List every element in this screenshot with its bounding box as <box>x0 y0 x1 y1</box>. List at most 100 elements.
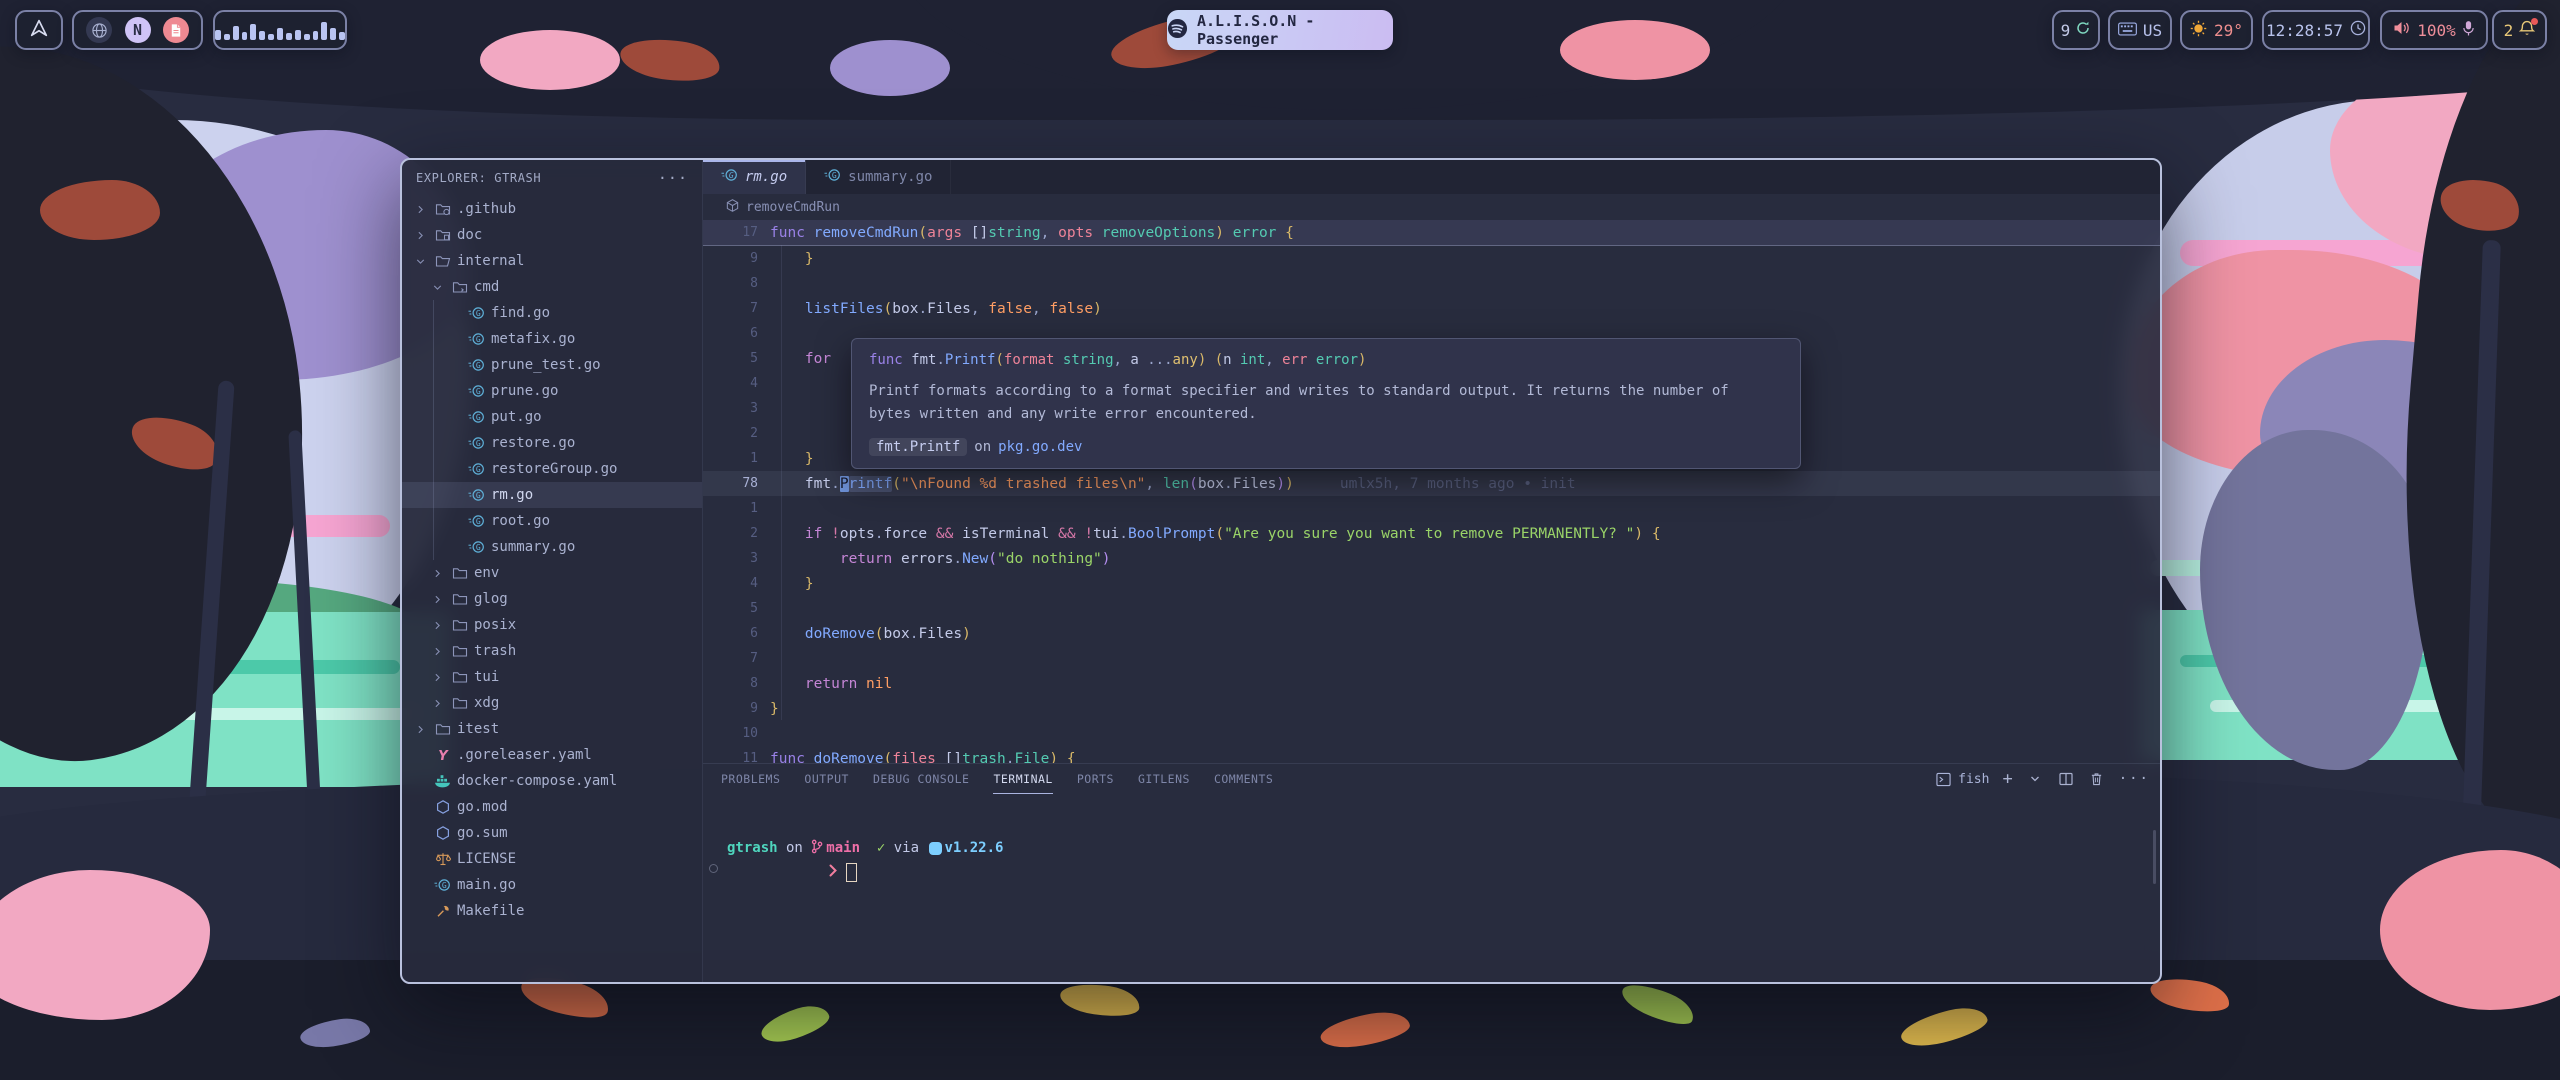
code-line-11[interactable]: 11func doRemove(files []trash.File) { <box>703 746 2160 763</box>
new-terminal-button[interactable]: + <box>2002 769 2012 789</box>
chevron-right-icon[interactable] <box>429 565 445 581</box>
tree-item-label: trash <box>474 643 516 659</box>
code-line-1[interactable]: 1 <box>703 496 2160 521</box>
tree-item-go-mod[interactable]: go.mod <box>402 794 702 820</box>
keyboard-layout-indicator[interactable]: US <box>2108 10 2172 50</box>
breadcrumb[interactable]: removeCmdRun <box>703 194 2160 220</box>
tree-item-cmd[interactable]: cmd <box>402 274 702 300</box>
code-line-9[interactable]: 9 } <box>703 246 2160 271</box>
terminal-scrollbar[interactable] <box>2153 830 2156 884</box>
panel-tab-debug-console[interactable]: DEBUG CONSOLE <box>873 764 970 794</box>
terminal-content[interactable]: gtrash on main ✓ via v1.22.6 <box>703 794 2160 884</box>
tab-rm-go[interactable]: Grm.go <box>703 160 806 194</box>
chevron-right-icon[interactable] <box>412 721 428 737</box>
tree-item-tui[interactable]: tui <box>402 664 702 690</box>
tree-item-glog[interactable]: glog <box>402 586 702 612</box>
chevron-right-icon[interactable] <box>429 617 445 633</box>
code-line-10[interactable]: 10 <box>703 721 2160 746</box>
tree-item-prune-test-go[interactable]: Gprune_test.go <box>402 352 702 378</box>
tree-item-posix[interactable]: posix <box>402 612 702 638</box>
trash-icon[interactable] <box>2088 770 2106 788</box>
code-line-17[interactable]: 17func removeCmdRun(args []string, opts … <box>703 220 2160 246</box>
code-line-8[interactable]: 8 return nil <box>703 671 2160 696</box>
tree-item-license[interactable]: LICENSE <box>402 846 702 872</box>
tree-item-go-sum[interactable]: go.sum <box>402 820 702 846</box>
code-line-8[interactable]: 8 <box>703 271 2160 296</box>
tree-item-put-go[interactable]: Gput.go <box>402 404 702 430</box>
tooltip-pkg-link[interactable]: pkg.go.dev <box>998 439 1082 455</box>
chevron-right-icon[interactable] <box>429 591 445 607</box>
split-terminal-icon[interactable] <box>2057 770 2075 788</box>
code-line-7[interactable]: 7 <box>703 646 2160 671</box>
panel-tab-output[interactable]: OUTPUT <box>804 764 849 794</box>
tree-item-find-go[interactable]: Gfind.go <box>402 300 702 326</box>
tree-item-trash[interactable]: trash <box>402 638 702 664</box>
code-token: ) <box>1049 751 1058 764</box>
tree-item-internal[interactable]: internal <box>402 248 702 274</box>
workspace-indicator[interactable]: 9 <box>2052 10 2100 50</box>
tree-item-restore-go[interactable]: Grestore.go <box>402 430 702 456</box>
chevron-right-icon[interactable] <box>429 643 445 659</box>
tree-item-rm-go[interactable]: Grm.go <box>402 482 702 508</box>
panel-tab-comments[interactable]: COMMENTS <box>1214 764 1273 794</box>
tree-item-docker-compose-yaml[interactable]: docker-compose.yaml <box>402 768 702 794</box>
panel-tab-terminal[interactable]: TERMINAL <box>993 764 1052 794</box>
chevron-down-icon[interactable] <box>2026 770 2044 788</box>
tree-item--goreleaser-yaml[interactable]: Y.goreleaser.yaml <box>402 742 702 768</box>
notification-indicator[interactable]: 2 <box>2492 10 2547 50</box>
code-line-7[interactable]: 7 listFiles(box.Files, false, false) <box>703 296 2160 321</box>
code-token: ) <box>1634 526 1643 542</box>
code-token: "do nothing" <box>997 551 1102 567</box>
tree-item-metafix-go[interactable]: Gmetafix.go <box>402 326 702 352</box>
panel-tab-ports[interactable]: PORTS <box>1077 764 1114 794</box>
notion-icon[interactable]: N <box>125 17 151 43</box>
visualizer-bar <box>277 28 283 40</box>
terminal-cursor <box>846 863 857 882</box>
svg-text:G: G <box>476 335 481 344</box>
code-line-4[interactable]: 4 } <box>703 571 2160 596</box>
tree-item-env[interactable]: env <box>402 560 702 586</box>
tree-item-main-go[interactable]: Gmain.go <box>402 872 702 898</box>
code-line-5[interactable]: 5 <box>703 596 2160 621</box>
more-icon[interactable]: ··· <box>2119 771 2150 787</box>
chevron-right-icon[interactable] <box>429 669 445 685</box>
tree-item-makefile[interactable]: Makefile <box>402 898 702 924</box>
code-token: . <box>1119 526 1128 542</box>
tree-item-root-go[interactable]: Groot.go <box>402 508 702 534</box>
gomod-icon <box>434 799 451 815</box>
spotify-icon <box>1167 18 1188 43</box>
shell-chip[interactable]: fish <box>1934 770 1989 788</box>
tree-item-restoregroup-go[interactable]: GrestoreGroup.go <box>402 456 702 482</box>
document-icon[interactable] <box>163 17 189 43</box>
tree-item-itest[interactable]: itest <box>402 716 702 742</box>
explorer-more-button[interactable]: ··· <box>658 169 688 187</box>
tree-item-doc[interactable]: doc <box>402 222 702 248</box>
chevron-down-icon[interactable] <box>429 279 445 295</box>
tree-item-label: tui <box>474 669 499 685</box>
tree-item--github[interactable]: .github <box>402 196 702 222</box>
chevron-right-icon[interactable] <box>412 201 428 217</box>
media-player-pill[interactable]: A.L.I.S.O.N - Passenger <box>1167 10 1393 50</box>
code-line-6[interactable]: 6 doRemove(box.Files) <box>703 621 2160 646</box>
svg-text:G: G <box>476 309 481 318</box>
tree-item-prune-go[interactable]: Gprune.go <box>402 378 702 404</box>
globe-icon[interactable] <box>86 17 112 43</box>
launcher-button[interactable] <box>15 10 63 50</box>
volume-indicator[interactable]: 100% <box>2380 10 2488 50</box>
code-line-78[interactable]: 78 fmt.Printf("\nFound %d trashed files\… <box>703 471 2160 496</box>
code-line-2[interactable]: 2 if !opts.force && isTerminal && !tui.B… <box>703 521 2160 546</box>
panel-tab-problems[interactable]: PROBLEMS <box>721 764 780 794</box>
tree-item-summary-go[interactable]: Gsummary.go <box>402 534 702 560</box>
clock-indicator[interactable]: 12:28:57 <box>2262 10 2370 50</box>
chevron-down-icon[interactable] <box>412 253 428 269</box>
panel-tab-gitlens[interactable]: GITLENS <box>1138 764 1190 794</box>
chevron-right-icon[interactable] <box>412 227 428 243</box>
tree-item-xdg[interactable]: xdg <box>402 690 702 716</box>
code-line-3[interactable]: 3 return errors.New("do nothing") <box>703 546 2160 571</box>
tab-summary-go[interactable]: Gsummary.go <box>806 160 951 194</box>
weather-indicator[interactable]: 29° <box>2180 10 2253 50</box>
tooltip-signature: func fmt.Printf(format string, a ...any)… <box>869 352 1783 368</box>
chevron-right-icon[interactable] <box>429 695 445 711</box>
code-line-9[interactable]: 9} <box>703 696 2160 721</box>
code-editor[interactable]: 17func removeCmdRun(args []string, opts … <box>703 220 2160 763</box>
